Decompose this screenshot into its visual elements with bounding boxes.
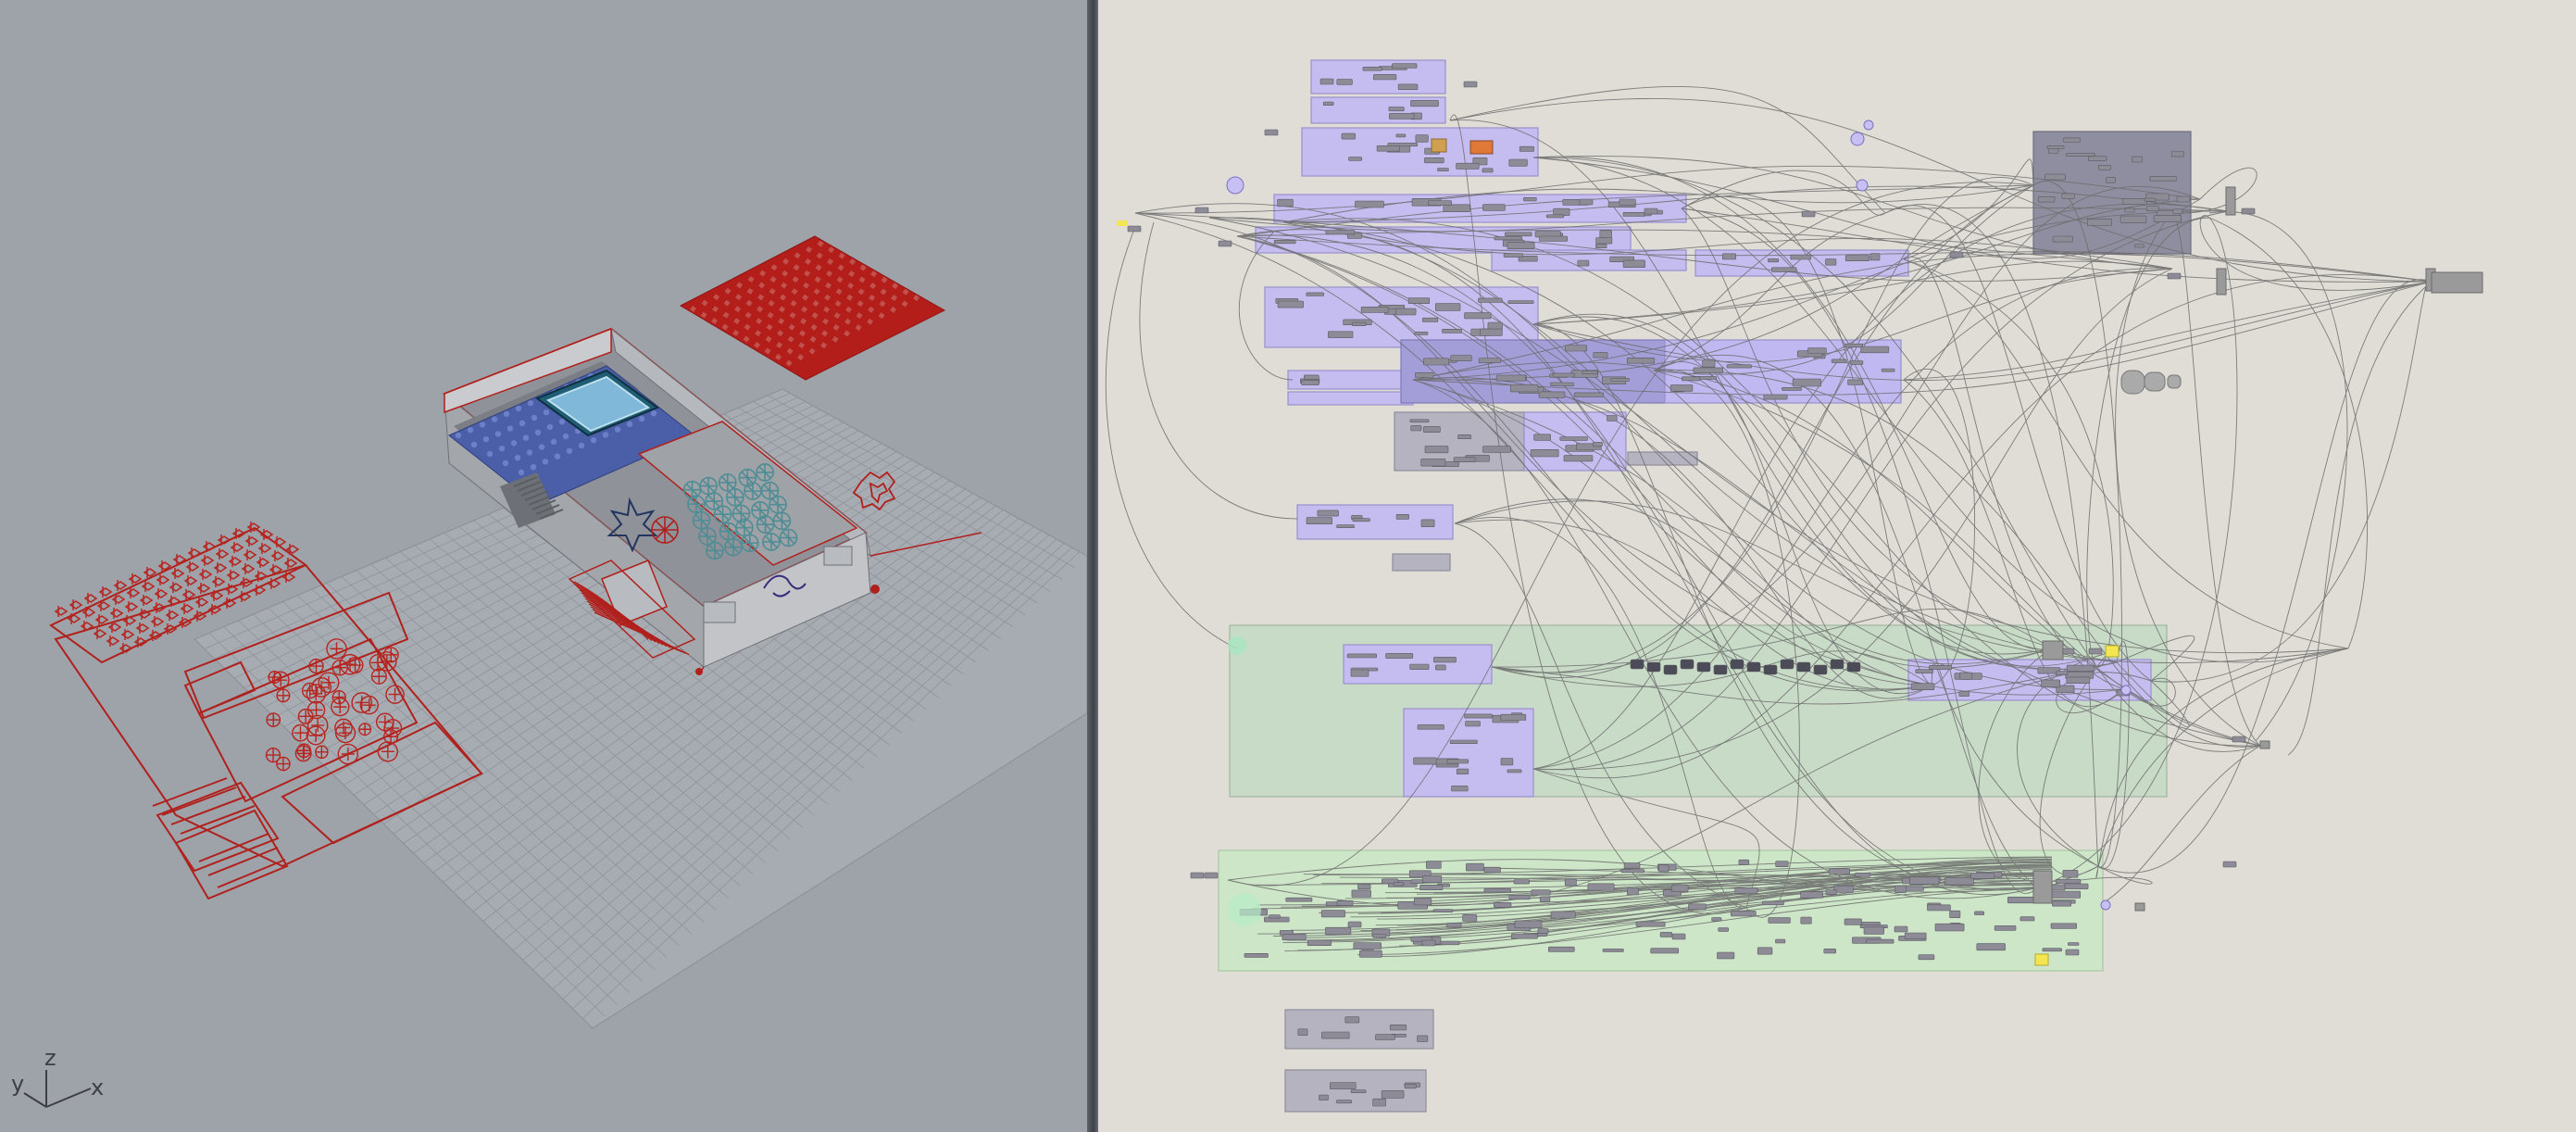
rhino-grasshopper-workspace: z y x [0,0,2576,1132]
viewport-scene[interactable] [0,0,1087,1132]
axis-label-x: x [91,1075,105,1101]
group-purple-8[interactable] [1264,286,1539,348]
panel-yellow-2 [2034,953,2049,966]
grasshopper-canvas[interactable] [1098,0,2576,1132]
rhino-viewport[interactable]: z y x [0,0,1087,1132]
group-gray-3[interactable] [1392,553,1451,572]
axis-label-z: z [44,1045,56,1071]
axis-gizmo-icon [23,1070,92,1108]
node-graph[interactable] [1098,0,2576,1132]
roof-pattern-surface[interactable] [679,235,946,381]
group-purple-10[interactable] [1287,391,1414,406]
group-purple-5[interactable] [1255,226,1632,254]
axis-label-y: y [11,1071,25,1097]
group-gray-2[interactable] [1627,451,1698,466]
panel-yellow-1 [2105,645,2120,658]
split-divider[interactable] [1087,0,1098,1132]
fan-ornament [651,516,679,544]
